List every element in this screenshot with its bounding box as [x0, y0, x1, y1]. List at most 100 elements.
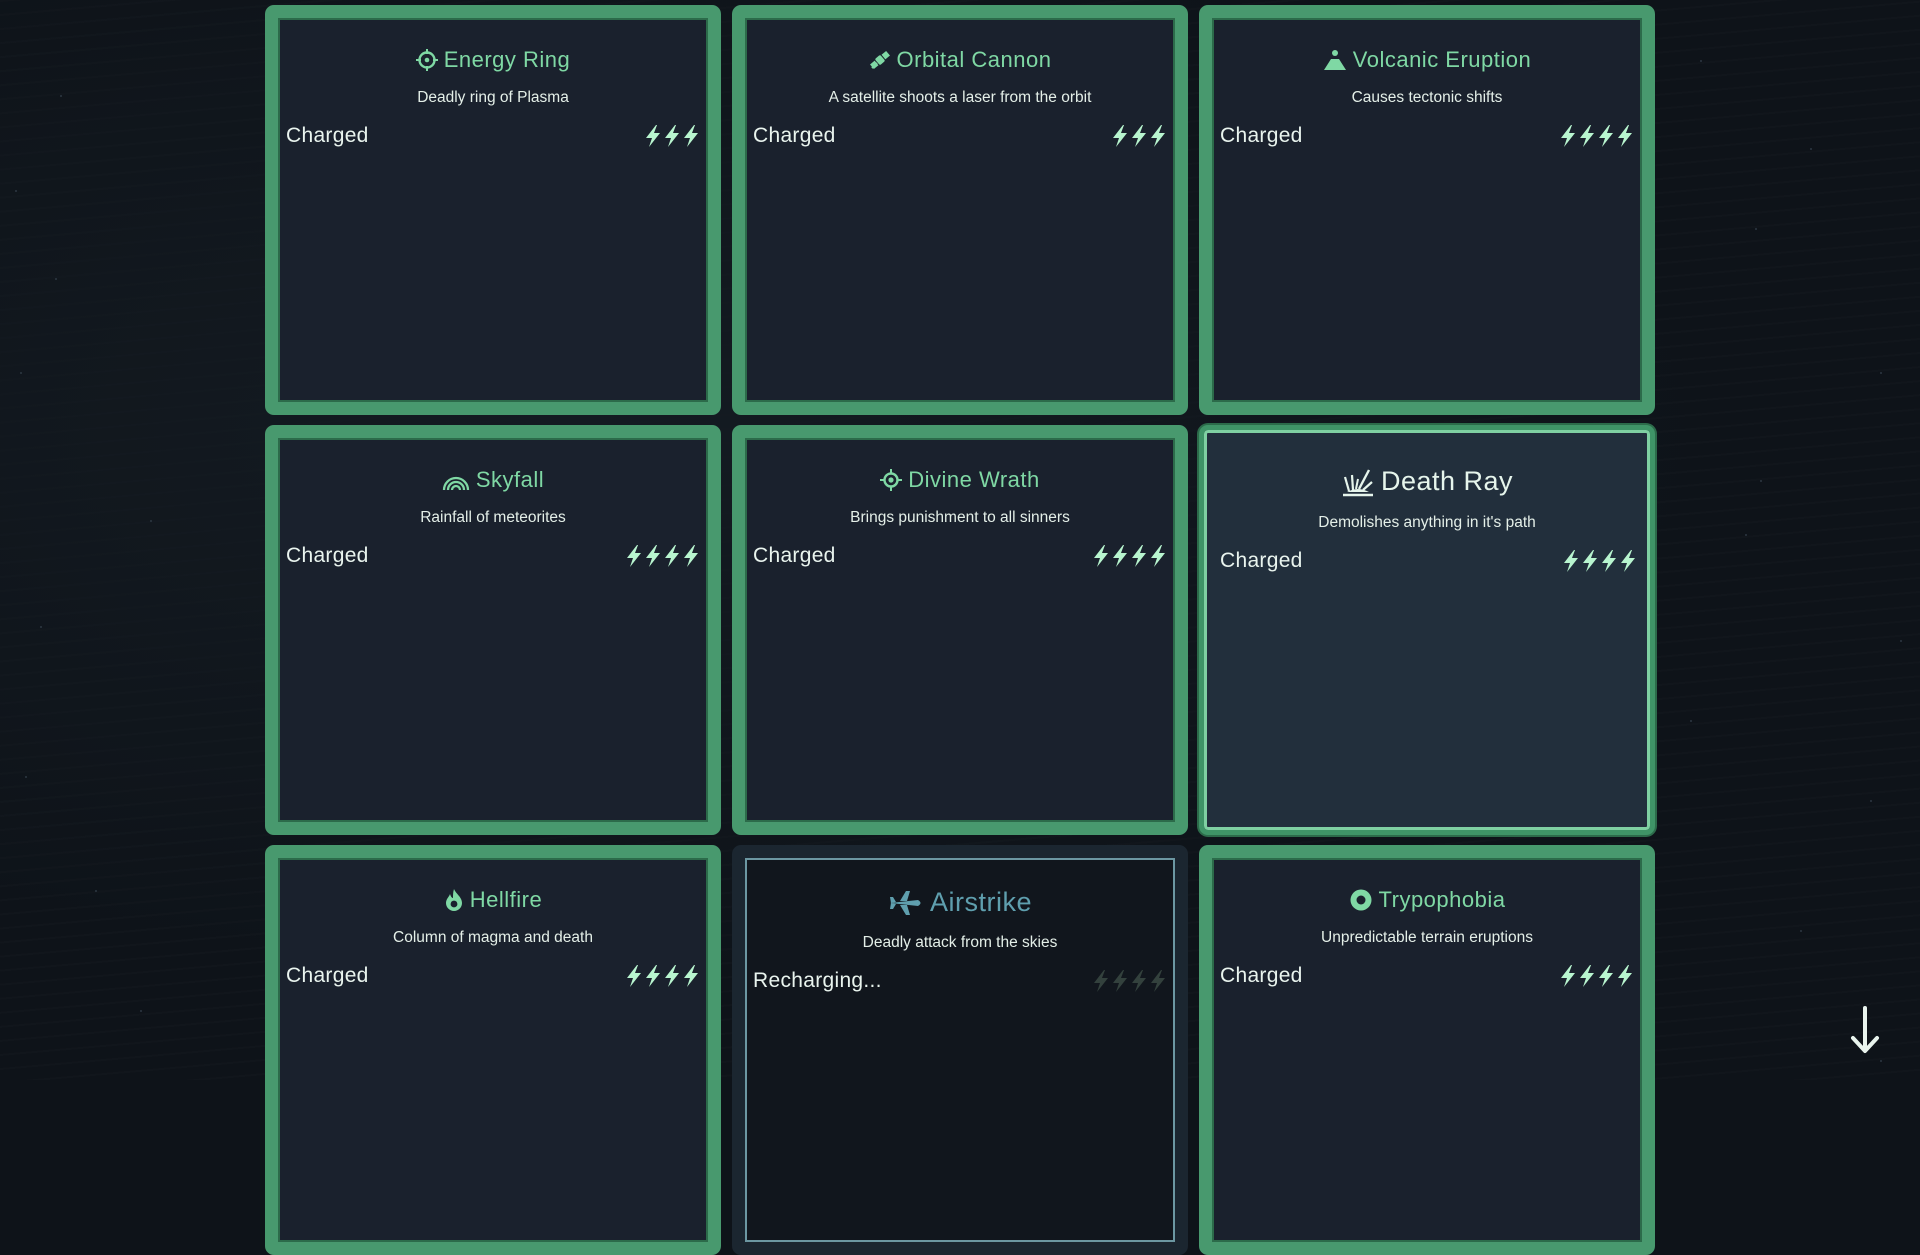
lightning-bolt-icon: [644, 964, 662, 988]
card-header: Orbital Cannon: [745, 47, 1175, 73]
crosshair-icon: [416, 49, 438, 71]
card-status: Charged: [1220, 124, 1303, 148]
card-description: Rainfall of meteorites: [278, 509, 708, 527]
lightning-bolt-icon: [625, 544, 643, 568]
ability-card-skyfall[interactable]: Skyfall Rainfall of meteorites Charged: [265, 425, 721, 835]
lightning-bolt-icon: [1597, 124, 1615, 148]
card-description: Deadly attack from the skies: [745, 934, 1175, 952]
lightning-bolt-icon: [1111, 124, 1129, 148]
card-status-row: Charged: [278, 544, 708, 568]
lightning-bolt-icon: [1616, 124, 1634, 148]
card-title: Volcanic Eruption: [1353, 47, 1532, 73]
background-speck: [1690, 720, 1692, 722]
card-header: Airstrike: [745, 887, 1175, 918]
charge-indicator: [1559, 964, 1634, 988]
lightning-bolt-icon: [1578, 124, 1596, 148]
card-header: Volcanic Eruption: [1212, 47, 1642, 73]
lightning-bolt-icon: [1092, 969, 1110, 993]
background-speck: [1760, 480, 1762, 482]
charge-indicator: [1092, 544, 1167, 568]
card-status-row: Charged: [745, 124, 1175, 148]
lightning-bolt-icon: [1111, 544, 1129, 568]
lightning-bolt-icon: [1578, 964, 1596, 988]
lightning-bolt-icon: [1559, 964, 1577, 988]
background-speck: [20, 372, 22, 374]
charge-indicator: [625, 964, 700, 988]
lightning-bolt-icon: [644, 124, 662, 148]
card-status: Charged: [753, 544, 836, 568]
card-title: Airstrike: [930, 887, 1032, 918]
impact-icon: [1341, 467, 1375, 497]
ability-card-death-ray[interactable]: Death Ray Demolishes anything in it's pa…: [1199, 425, 1655, 835]
lightning-bolt-icon: [663, 544, 681, 568]
ability-card-hellfire[interactable]: Hellfire Column of magma and death Charg…: [265, 845, 721, 1255]
satellite-icon: [869, 49, 891, 71]
card-header: Divine Wrath: [745, 467, 1175, 493]
lightning-bolt-icon: [1130, 969, 1148, 993]
background-speck: [40, 626, 42, 628]
lightning-bolt-icon: [1581, 549, 1599, 573]
background-speck: [1700, 60, 1702, 62]
card-title: Skyfall: [476, 467, 544, 493]
lightning-bolt-icon: [1130, 544, 1148, 568]
ability-card-orbital-cannon[interactable]: Orbital Cannon A satellite shoots a lase…: [732, 5, 1188, 415]
card-status: Charged: [1220, 549, 1303, 573]
card-status: Charged: [1220, 964, 1303, 988]
card-title: Divine Wrath: [908, 467, 1040, 493]
arrow-down-icon[interactable]: [1848, 1006, 1882, 1054]
background-speck: [1870, 800, 1872, 802]
lightning-bolt-icon: [1616, 964, 1634, 988]
card-description: A satellite shoots a laser from the orbi…: [745, 89, 1175, 107]
card-description: Brings punishment to all sinners: [745, 509, 1175, 527]
lightning-bolt-icon: [644, 544, 662, 568]
card-header: Skyfall: [278, 467, 708, 493]
card-title: Orbital Cannon: [897, 47, 1052, 73]
background-speck: [25, 776, 27, 778]
card-description: Deadly ring of Plasma: [278, 89, 708, 107]
card-header: Trypophobia: [1212, 887, 1642, 913]
airplane-icon: [888, 889, 924, 917]
lightning-bolt-icon: [682, 544, 700, 568]
card-description: Causes tectonic shifts: [1212, 89, 1642, 107]
card-description: Unpredictable terrain eruptions: [1212, 929, 1642, 947]
target-icon: [880, 469, 902, 491]
card-status: Charged: [753, 124, 836, 148]
fire-icon: [444, 888, 464, 912]
volcano-icon: [1323, 49, 1347, 71]
card-header: Energy Ring: [278, 47, 708, 73]
card-status-row: Charged: [278, 124, 708, 148]
card-status-row: Charged: [278, 964, 708, 988]
lightning-bolt-icon: [1130, 124, 1148, 148]
card-title: Death Ray: [1381, 466, 1513, 497]
card-title: Trypophobia: [1379, 887, 1506, 913]
background-speck: [60, 95, 62, 97]
card-title: Hellfire: [470, 887, 542, 913]
background-speck: [150, 520, 152, 522]
background-speck: [1800, 930, 1802, 932]
lightning-bolt-icon: [1092, 544, 1110, 568]
charge-indicator: [1092, 969, 1167, 993]
lightning-bolt-icon: [1149, 124, 1167, 148]
charge-indicator: [1562, 549, 1637, 573]
card-description: Column of magma and death: [278, 929, 708, 947]
charge-indicator: [1111, 124, 1167, 148]
background-speck: [55, 278, 57, 280]
lightning-bolt-icon: [625, 964, 643, 988]
background-speck: [1880, 1060, 1882, 1062]
lightning-bolt-icon: [1111, 969, 1129, 993]
card-description: Demolishes anything in it's path: [1204, 514, 1650, 532]
card-status: Charged: [286, 544, 369, 568]
ability-card-trypophobia[interactable]: Trypophobia Unpredictable terrain erupti…: [1199, 845, 1655, 1255]
card-status-row: Recharging...: [745, 969, 1175, 993]
ability-card-divine-wrath[interactable]: Divine Wrath Brings punishment to all si…: [732, 425, 1188, 835]
card-status: Charged: [286, 964, 369, 988]
ability-card-volcanic-eruption[interactable]: Volcanic Eruption Causes tectonic shifts…: [1199, 5, 1655, 415]
lightning-bolt-icon: [1600, 549, 1618, 573]
lightning-bolt-icon: [1597, 964, 1615, 988]
background-speck: [1745, 534, 1747, 536]
card-status: Recharging...: [753, 969, 882, 993]
card-status: Charged: [286, 124, 369, 148]
background-speck: [1755, 228, 1757, 230]
ability-card-energy-ring[interactable]: Energy Ring Deadly ring of Plasma Charge…: [265, 5, 721, 415]
lightning-bolt-icon: [682, 964, 700, 988]
